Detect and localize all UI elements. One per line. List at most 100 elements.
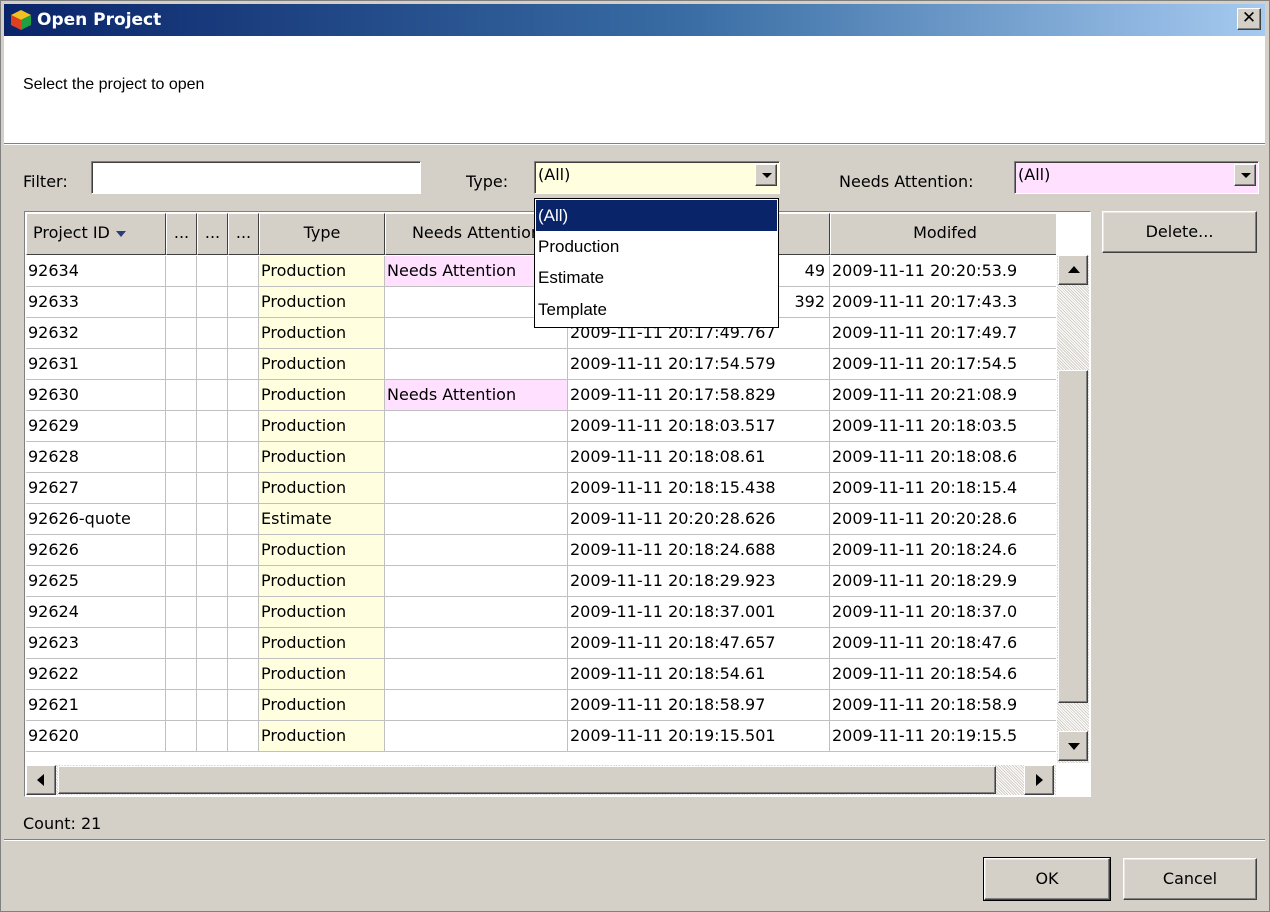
table-row[interactable]: 92622 Production 2009-11-11 20:18:54.61 200… bbox=[26, 659, 1056, 690]
dropdown-option-estimate[interactable]: Estimate bbox=[536, 262, 777, 293]
cell-collapsed-3 bbox=[228, 287, 259, 318]
delete-button[interactable]: Delete... bbox=[1102, 211, 1257, 253]
cell-collapsed-1 bbox=[166, 597, 197, 628]
cell-modified: 2009-11-11 20:20:28.6 bbox=[830, 504, 1056, 535]
table-row[interactable]: 92626-quote Estimate 2009-11-11 20:20:28.6… bbox=[26, 504, 1056, 535]
cell-type: Estimate bbox=[259, 504, 385, 535]
cell-project-id: 92633 bbox=[26, 287, 166, 318]
table-row[interactable]: 92629 Production 2009-11-11 20:18:03.517 20… bbox=[26, 411, 1056, 442]
col-header-collapsed-3[interactable]: ... bbox=[228, 213, 259, 255]
cell-project-id: 92632 bbox=[26, 318, 166, 349]
cell-modified: 2009-11-11 20:18:29.9 bbox=[830, 566, 1056, 597]
cell-type: Production bbox=[259, 287, 385, 318]
cell-collapsed-3 bbox=[228, 442, 259, 473]
cell-collapsed-2 bbox=[197, 411, 228, 442]
cell-needs-attention bbox=[385, 721, 568, 752]
cell-created: 2009-11-11 20:18:37.001 bbox=[568, 597, 830, 628]
scroll-up-icon[interactable] bbox=[1058, 255, 1088, 285]
scroll-right-icon[interactable] bbox=[1024, 765, 1054, 795]
horizontal-scroll-thumb[interactable] bbox=[58, 766, 996, 794]
cell-modified: 2009-11-11 20:18:37.0 bbox=[830, 597, 1056, 628]
dropdown-option-all[interactable]: (All) bbox=[536, 200, 777, 231]
cell-collapsed-1 bbox=[166, 380, 197, 411]
cell-collapsed-1 bbox=[166, 535, 197, 566]
cell-project-id: 92634 bbox=[26, 256, 166, 287]
chevron-down-icon[interactable] bbox=[1234, 164, 1256, 186]
cell-type: Production bbox=[259, 628, 385, 659]
cell-collapsed-1 bbox=[166, 504, 197, 535]
col-header-collapsed-2[interactable]: ... bbox=[197, 213, 228, 255]
col-header-modified[interactable]: Modifed bbox=[830, 213, 1056, 255]
table-row[interactable]: 92624 Production 2009-11-11 20:18:37.001 20… bbox=[26, 597, 1056, 628]
cell-modified: 2009-11-11 20:18:24.6 bbox=[830, 535, 1056, 566]
cell-project-id: 92626 bbox=[26, 535, 166, 566]
cell-type: Production bbox=[259, 690, 385, 721]
cell-collapsed-2 bbox=[197, 256, 228, 287]
ok-button[interactable]: OK bbox=[983, 857, 1111, 901]
horizontal-scrollbar[interactable] bbox=[26, 765, 1056, 795]
cell-needs-attention bbox=[385, 504, 568, 535]
cell-type: Production bbox=[259, 721, 385, 752]
cell-collapsed-1 bbox=[166, 287, 197, 318]
table-row[interactable]: 92623 Production 2009-11-11 20:18:47.657 20… bbox=[26, 628, 1056, 659]
cell-collapsed-2 bbox=[197, 628, 228, 659]
cell-modified: 2009-11-11 20:17:54.5 bbox=[830, 349, 1056, 380]
cell-collapsed-3 bbox=[228, 659, 259, 690]
table-row[interactable]: 92625 Production 2009-11-11 20:18:29.923 20… bbox=[26, 566, 1056, 597]
scroll-down-icon[interactable] bbox=[1058, 731, 1088, 761]
cell-needs-attention bbox=[385, 349, 568, 380]
col-header-project-id[interactable]: Project ID bbox=[26, 213, 166, 255]
col-header-type[interactable]: Type bbox=[259, 213, 385, 255]
vertical-scrollbar[interactable] bbox=[1057, 255, 1089, 763]
chevron-down-icon[interactable] bbox=[755, 164, 777, 186]
cell-needs-attention bbox=[385, 411, 568, 442]
open-project-dialog: Open Project ✕ Select the project to ope… bbox=[0, 0, 1270, 912]
cell-collapsed-2 bbox=[197, 318, 228, 349]
col-header-collapsed-1[interactable]: ... bbox=[166, 213, 197, 255]
table-row[interactable]: 92627 Production 2009-11-11 20:18:15.438 20… bbox=[26, 473, 1056, 504]
cell-modified: 2009-11-11 20:18:54.6 bbox=[830, 659, 1056, 690]
footer-divider bbox=[4, 839, 1265, 841]
cell-collapsed-3 bbox=[228, 473, 259, 504]
close-icon: ✕ bbox=[1241, 8, 1257, 28]
dropdown-option-production[interactable]: Production bbox=[536, 231, 777, 262]
table-row[interactable]: 92620 Production 2009-11-11 20:19:15.501 20… bbox=[26, 721, 1056, 752]
cell-collapsed-3 bbox=[228, 597, 259, 628]
sort-descending-icon bbox=[115, 230, 126, 237]
title-bar[interactable]: Open Project ✕ bbox=[4, 4, 1265, 36]
needs-attention-combo[interactable]: (All) bbox=[1014, 161, 1259, 194]
dropdown-option-template[interactable]: Template bbox=[536, 294, 777, 325]
table-row[interactable]: 92631 Production 2009-11-11 20:17:54.579 20… bbox=[26, 349, 1056, 380]
cell-collapsed-1 bbox=[166, 721, 197, 752]
scroll-left-icon[interactable] bbox=[26, 765, 56, 795]
vertical-scroll-thumb[interactable] bbox=[1058, 370, 1088, 703]
table-row[interactable]: 92630 Production Needs Attention 2009-11-11… bbox=[26, 380, 1056, 411]
cell-project-id: 92629 bbox=[26, 411, 166, 442]
delete-button-label: Delete... bbox=[1145, 222, 1214, 241]
cell-type: Production bbox=[259, 566, 385, 597]
cell-collapsed-2 bbox=[197, 349, 228, 380]
table-row[interactable]: 92628 Production 2009-11-11 20:18:08.61 200… bbox=[26, 442, 1056, 473]
type-combo[interactable]: (All) bbox=[534, 161, 780, 194]
cell-type: Production bbox=[259, 442, 385, 473]
header-divider bbox=[4, 143, 1265, 145]
cell-collapsed-1 bbox=[166, 659, 197, 690]
cell-collapsed-3 bbox=[228, 535, 259, 566]
table-row[interactable]: 92626 Production 2009-11-11 20:18:24.688 20… bbox=[26, 535, 1056, 566]
cell-collapsed-3 bbox=[228, 380, 259, 411]
cell-created: 2009-11-11 20:18:54.61 bbox=[568, 659, 830, 690]
cell-created: 2009-11-11 20:20:28.626 bbox=[568, 504, 830, 535]
table-row[interactable]: 92621 Production 2009-11-11 20:18:58.97 200… bbox=[26, 690, 1056, 721]
cancel-button[interactable]: Cancel bbox=[1123, 858, 1257, 900]
cell-project-id: 92631 bbox=[26, 349, 166, 380]
type-combo-value: (All) bbox=[538, 165, 571, 184]
cell-modified: 2009-11-11 20:17:49.7 bbox=[830, 318, 1056, 349]
cell-collapsed-1 bbox=[166, 628, 197, 659]
cell-created: 2009-11-11 20:18:03.517 bbox=[568, 411, 830, 442]
cell-collapsed-2 bbox=[197, 721, 228, 752]
cell-project-id: 92621 bbox=[26, 690, 166, 721]
close-button[interactable]: ✕ bbox=[1237, 8, 1261, 30]
cell-needs-attention bbox=[385, 535, 568, 566]
cell-needs-attention bbox=[385, 628, 568, 659]
filter-input[interactable] bbox=[91, 161, 421, 194]
